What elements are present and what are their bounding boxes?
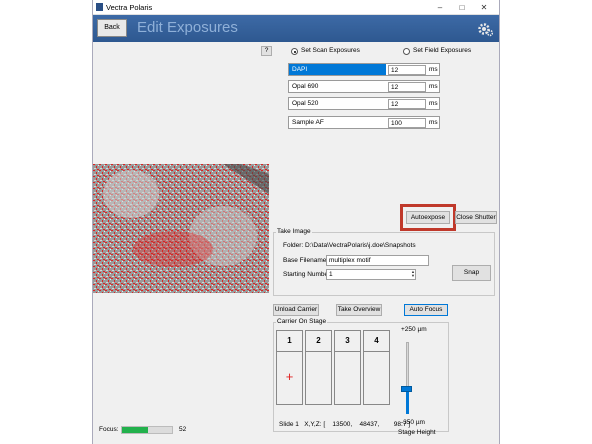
slot-divider [335,351,360,352]
focus-bar-fill [122,427,148,433]
help-button[interactable]: ? [261,46,272,56]
starting-number-label: Starting Number: [283,271,333,278]
exposure-value-input[interactable]: 12 [388,99,426,109]
app-window: Vectra Polaris – □ ✕ Back Edit Exposures… [92,0,500,444]
title-bar: Vectra Polaris – □ ✕ [93,0,499,15]
exposure-value-input[interactable]: 12 [388,82,426,92]
carrier-slot-2[interactable]: 2 [305,330,332,405]
snap-button[interactable]: Snap [452,265,491,281]
exposure-name: Opal 690 [292,83,319,90]
exposure-value-input[interactable]: 100 [388,118,426,128]
starting-number-stepper[interactable]: 1 [326,269,416,280]
scan-exposures-label: Set Scan Exposures [301,47,360,54]
back-button[interactable]: Back [97,19,127,37]
base-filename-label: Base Filename: [283,257,329,264]
focus-label: Focus: [99,426,119,433]
slot-divider [306,351,331,352]
carrier-slot-1[interactable]: 1 + [276,330,303,405]
exposure-unit: ms [429,83,438,90]
take-image-group-label: Take Image [276,228,312,235]
stage-height-max: +250 µm [401,326,427,333]
maximize-icon[interactable]: □ [456,2,468,13]
slot-divider [277,351,302,352]
close-icon[interactable]: ✕ [478,2,490,13]
exposure-row-opal690[interactable]: Opal 690 12 ms [288,80,440,93]
slot-number: 2 [316,336,321,345]
exposure-unit: ms [429,66,438,73]
exposure-name: DAPI [292,66,308,73]
focus-bar-track [121,426,173,434]
page-header: Back Edit Exposures [93,15,499,42]
field-exposures-label: Set Field Exposures [413,47,472,54]
slot-number: 1 [287,336,292,345]
autoexpose-button[interactable]: Autoexpose [406,211,450,224]
slot-divider [364,351,389,352]
take-overview-button[interactable]: Take Overview [336,304,382,316]
auto-focus-button[interactable]: Auto Focus [404,304,448,316]
folder-path: Folder: D:\Data\VectraPolaris\j.doe\Snap… [283,242,416,249]
exposure-unit: ms [429,100,438,107]
gear-icon[interactable] [477,21,493,37]
scan-exposures-radio[interactable] [291,48,298,55]
focus-value: 52 [179,426,187,433]
exposure-value-input[interactable]: 12 [388,65,426,75]
slot-number: 3 [345,336,350,345]
stage-height-min: -350 µm [401,419,425,426]
stage-height-slider-thumb[interactable] [401,385,412,392]
close-shutter-button[interactable]: Close Shutter [455,211,497,224]
exposure-name: Opal 520 [292,100,319,107]
slot-number: 4 [374,336,379,345]
exposure-row-sample-af[interactable]: Sample AF 100 ms [288,116,440,129]
selected-slide-marker-icon: + [285,369,294,384]
app-logo-icon [96,3,103,11]
carrier-slot-4[interactable]: 4 [363,330,390,405]
page-title: Edit Exposures [137,19,238,36]
unload-carrier-button[interactable]: Unload Carrier [273,304,319,316]
field-exposures-radio[interactable] [403,48,410,55]
stage-height-label: Stage Height [398,429,436,436]
stepper-arrows-icon[interactable]: ▲ ▼ [410,270,416,279]
minimize-icon[interactable]: – [434,2,446,13]
carrier-slot-3[interactable]: 3 [334,330,361,405]
base-filename-input[interactable]: multiplex motif [326,255,429,266]
window-title: Vectra Polaris [106,3,153,12]
exposure-row-opal520[interactable]: Opal 520 12 ms [288,97,440,110]
tissue-image[interactable] [93,164,269,293]
exposure-unit: ms [429,119,438,126]
slide-position-status: Slide 1 X,Y,Z: [ 13500, 48437, 98.7 ] [279,421,411,428]
exposure-row-dapi[interactable]: DAPI 12 ms [288,63,440,76]
carrier-group-label: Carrier On Stage [276,318,328,325]
exposure-name: Sample AF [292,119,324,126]
stage-height-fill [406,388,409,414]
